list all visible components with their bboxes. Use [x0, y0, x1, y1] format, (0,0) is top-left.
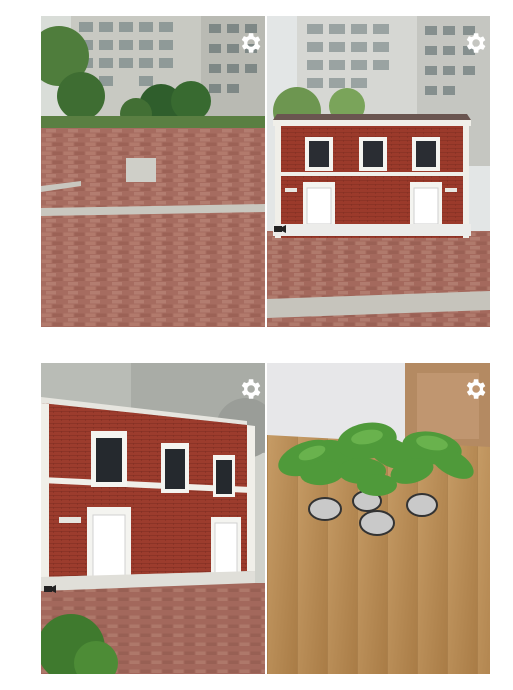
- settings-gear-icon[interactable]: [462, 376, 488, 402]
- app-logo-icon: [43, 584, 57, 594]
- camera-view-ar-house-front: [267, 16, 490, 327]
- camera-view-ar-potted-plants: [267, 363, 490, 674]
- app-logo-icon: [273, 224, 287, 234]
- ar-plants-scene: [267, 363, 490, 674]
- settings-gear-icon[interactable]: [237, 376, 263, 402]
- camera-view-ar-house-angled: [41, 363, 265, 674]
- ar-house-front-scene: [267, 16, 490, 327]
- settings-gear-icon[interactable]: [462, 30, 488, 56]
- settings-gear-icon[interactable]: [237, 30, 263, 56]
- camera-view-empty-plaza: [41, 16, 265, 327]
- plaza-scene: [41, 16, 265, 327]
- ar-house-angled-scene: [41, 363, 265, 674]
